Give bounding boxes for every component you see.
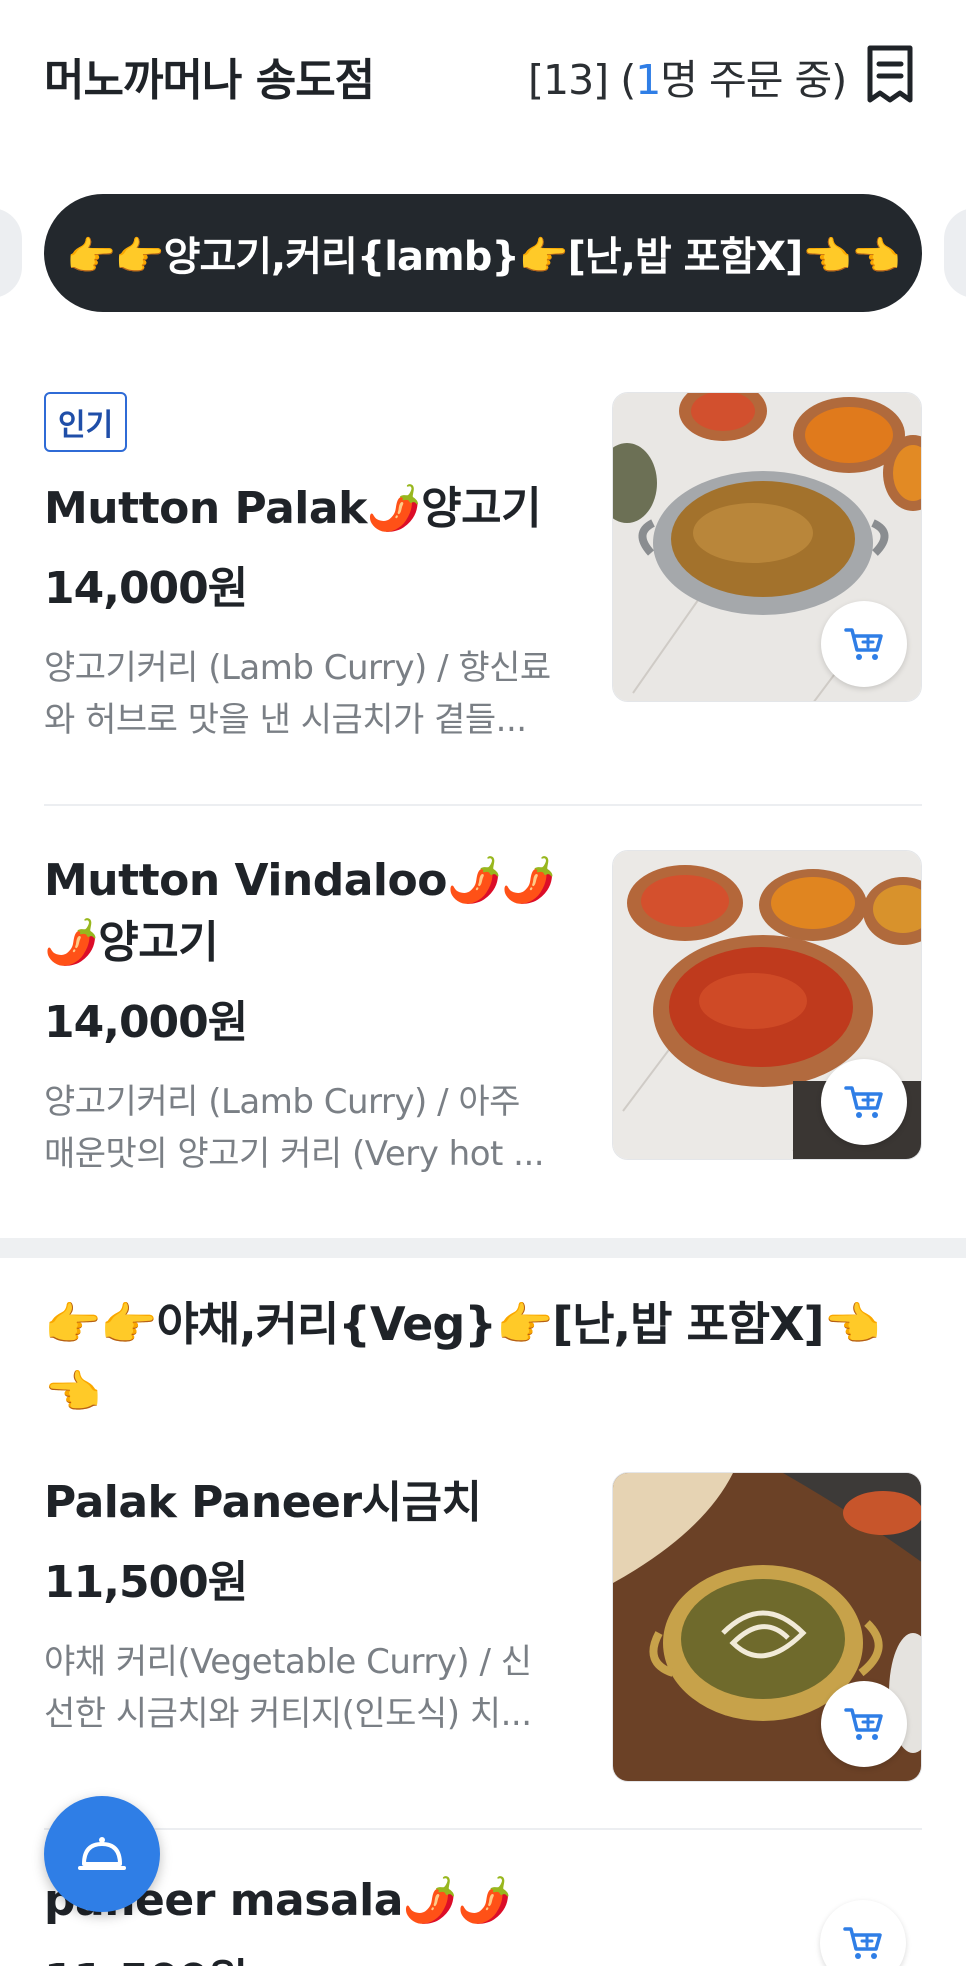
app-header: 머노까머나 송도점 [13] (1명 주문 중) [0,0,966,150]
add-to-cart-button[interactable] [821,1059,907,1145]
section-title-line: 👈 [44,1365,101,1419]
add-to-cart-icon [844,628,883,660]
menu-item-photo [612,850,922,1160]
add-to-cart-button[interactable] [821,1681,907,1767]
menu-item-photo [612,392,922,702]
category-tab-prev[interactable] [0,208,22,298]
section-title-line: 👉👉야채,커리{Veg}👉[난,밥 포함X]👈 [44,1297,881,1351]
menu-item-photo [612,1472,922,1782]
section-title-veg: 👉👉야채,커리{Veg}👉[난,밥 포함X]👈 👈 [44,1290,922,1426]
description-line: 매운맛의 양고기 커리 (Very hot ... [44,1134,545,1174]
category-tab-next[interactable] [944,208,966,298]
menu-item-name: Mutton Vindaloo🌶️🌶️ 🌶️양고기 [44,850,584,974]
menu-item-description: 야채 커리(Vegetable Curry) / 신 선한 시금치와 커티지(인… [44,1636,584,1740]
add-to-cart-button[interactable] [820,1900,906,1966]
description-line: 선한 시금치와 커티지(인도식) 치... [44,1694,532,1734]
name-line: 🌶️양고기 [44,917,219,968]
item-divider [44,804,922,806]
description-line: 양고기커리 (Lamb Curry) / 아주 [44,1082,520,1122]
add-to-cart-button[interactable] [821,601,907,687]
table-number: [13] ( [528,56,636,104]
add-to-cart-icon [844,1708,883,1740]
order-count: 1 [635,56,661,104]
category-tab-lamb[interactable]: 👉👉양고기,커리{lamb}👉[난,밥 포함X]👈👈 [44,194,922,312]
menu-item-palak-paneer[interactable]: Palak Paneer시금치 11,500원 야채 커리(Vegetable … [44,1472,922,1812]
call-staff-bell-icon [78,1837,126,1870]
add-to-cart-icon [843,1927,882,1959]
add-to-cart-icon [844,1086,883,1118]
menu-item-name: Mutton Palak🌶️양고기 [44,483,542,534]
store-name: 머노까머나 송도점 [44,55,375,106]
description-line: 야채 커리(Vegetable Curry) / 신 [44,1642,532,1682]
menu-item-mutton-vindaloo[interactable]: Mutton Vindaloo🌶️🌶️ 🌶️양고기 14,000원 양고기커리 … [44,850,922,1190]
category-tabs: 👉👉양고기,커리{lamb}👉[난,밥 포함X]👈👈 [0,194,966,312]
table-order-status: [13] (1명 주문 중) [528,46,847,106]
menu-item-info: Palak Paneer시금치 11,500원 야채 커리(Vegetable … [44,1472,584,1740]
menu-item-info: Mutton Vindaloo🌶️🌶️ 🌶️양고기 14,000원 양고기커리 … [44,850,584,1180]
description-line: 양고기커리 (Lamb Curry) / 향신료 [44,648,551,688]
menu-item-mutton-palak[interactable]: 인기 Mutton Palak🌶️양고기 14,000원 양고기커리 (Lamb… [44,392,922,772]
receipt-icon[interactable] [864,44,916,106]
item-divider [44,1828,922,1830]
name-line: Mutton Vindaloo🌶️🌶️ [44,855,556,906]
menu-item-price: 11,500원 [44,1944,584,1966]
menu-item-paneer-masala[interactable]: paneer masala🌶️🌶️ 11,500원 [44,1870,922,1966]
menu-item-description: 양고기커리 (Lamb Curry) / 향신료 와 허브로 맛을 낸 시금치가… [44,642,584,746]
call-staff-button[interactable] [44,1796,160,1912]
description-line: 와 허브로 맛을 낸 시금치가 곁들... [44,700,527,740]
menu-item-price: 14,000원 [44,563,248,614]
menu-item-price: 14,000원 [44,997,248,1048]
order-status-suffix: 명 주문 중) [660,56,847,104]
menu-item-info: 인기 Mutton Palak🌶️양고기 14,000원 양고기커리 (Lamb… [44,392,584,746]
menu-item-name: Palak Paneer시금치 [44,1477,482,1528]
popular-badge: 인기 [44,392,128,452]
menu-item-price: 11,500원 [44,1557,248,1608]
menu-item-description: 양고기커리 (Lamb Curry) / 아주 매운맛의 양고기 커리 (Ver… [44,1076,584,1180]
section-separator [0,1238,966,1258]
